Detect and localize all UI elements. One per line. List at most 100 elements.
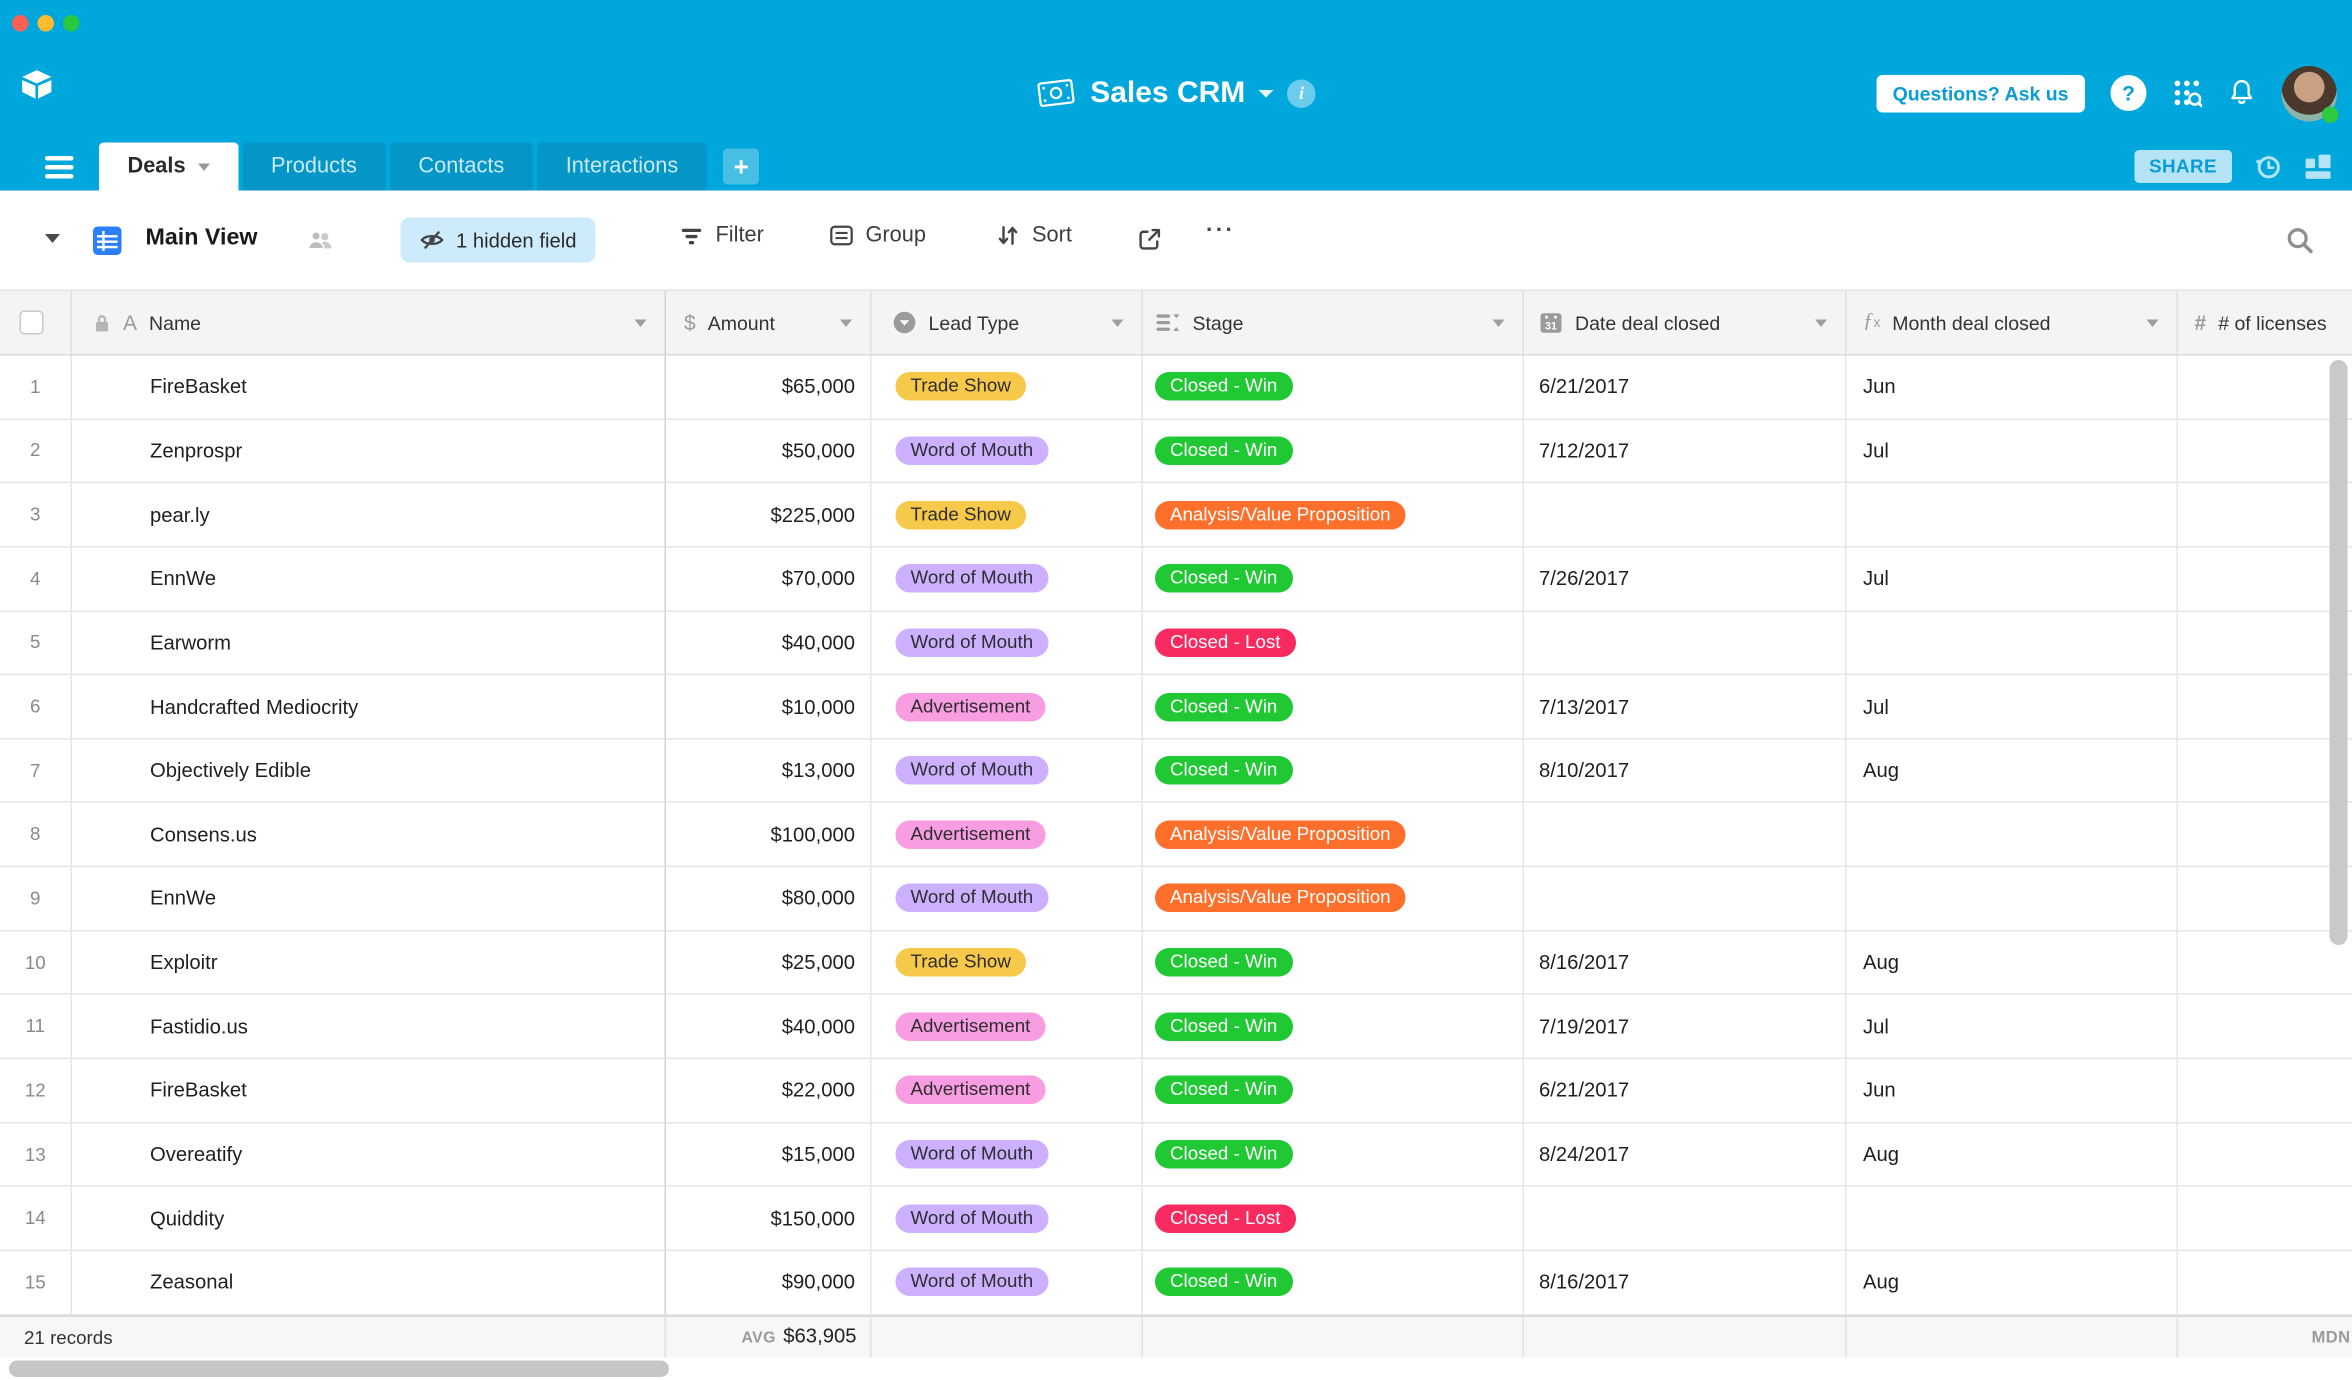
row-number[interactable]: 11 — [0, 995, 72, 1060]
cell-num-licenses[interactable] — [2178, 611, 2352, 676]
cell-month-deal-closed[interactable]: Aug — [1846, 931, 2178, 996]
cell-name[interactable]: Zeasonal — [72, 1250, 666, 1315]
row-number[interactable]: 7 — [0, 739, 72, 804]
cell-name[interactable]: EnnWe — [72, 867, 666, 932]
cell-num-licenses[interactable] — [2178, 995, 2352, 1060]
cell-num-licenses[interactable] — [2178, 1187, 2352, 1251]
cell-stage[interactable]: Closed - Win — [1143, 1250, 1524, 1315]
row-number[interactable]: 4 — [0, 547, 72, 612]
row-number[interactable]: 13 — [0, 1123, 72, 1187]
chevron-down-icon[interactable] — [840, 319, 852, 327]
cell-amount[interactable]: $80,000 — [666, 867, 872, 932]
help-icon[interactable]: ? — [2110, 75, 2147, 111]
cell-month-deal-closed[interactable]: Jun — [1846, 355, 2178, 420]
select-all-checkbox[interactable] — [19, 310, 44, 335]
cell-name[interactable]: Zenprospr — [72, 419, 666, 484]
chevron-down-icon[interactable] — [2146, 319, 2159, 327]
cell-num-licenses[interactable] — [2178, 1251, 2352, 1315]
mdn-label[interactable]: MDN — [2312, 1329, 2351, 1347]
cell-month-deal-closed[interactable]: Jun — [1846, 1059, 2178, 1124]
cell-stage[interactable]: Closed - Win — [1143, 675, 1524, 740]
cell-amount[interactable]: $40,000 — [666, 995, 872, 1060]
cell-stage[interactable]: Closed - Win — [1143, 547, 1524, 612]
cell-stage[interactable]: Closed - Win — [1143, 1059, 1524, 1124]
row-number[interactable]: 1 — [0, 355, 72, 420]
cell-date-deal-closed[interactable]: 6/21/2017 — [1524, 355, 1847, 420]
cell-lead-type[interactable]: Word of Mouth — [871, 739, 1143, 804]
sort-button[interactable]: Sort — [996, 224, 1072, 248]
cell-stage[interactable]: Analysis/Value Proposition — [1143, 483, 1524, 548]
cell-date-deal-closed[interactable]: 6/21/2017 — [1524, 1059, 1847, 1124]
row-number[interactable]: 8 — [0, 803, 72, 868]
row-number[interactable]: 2 — [0, 419, 72, 484]
search-icon[interactable] — [2286, 227, 2315, 256]
cell-amount[interactable]: $13,000 — [666, 739, 872, 804]
cell-num-licenses[interactable] — [2178, 1059, 2352, 1124]
cell-amount[interactable]: $25,000 — [666, 931, 872, 996]
cell-lead-type[interactable]: Advertisement — [871, 1059, 1143, 1124]
cell-month-deal-closed[interactable] — [1846, 483, 2178, 548]
tab-deals[interactable]: Deals — [99, 142, 239, 191]
horizontal-scrollbar-thumb[interactable] — [9, 1360, 669, 1377]
cell-month-deal-closed[interactable] — [1846, 803, 2178, 868]
minimize-window-button[interactable] — [37, 15, 54, 32]
row-number[interactable]: 12 — [0, 1059, 72, 1124]
cell-lead-type[interactable]: Advertisement — [871, 995, 1143, 1060]
cell-num-licenses[interactable] — [2178, 547, 2352, 612]
add-table-button[interactable]: + — [723, 148, 760, 185]
avatar[interactable] — [2281, 65, 2339, 123]
cell-stage[interactable]: Closed - Win — [1143, 419, 1524, 484]
chevron-down-icon[interactable] — [1815, 319, 1827, 327]
row-number[interactable]: 14 — [0, 1186, 72, 1251]
cell-date-deal-closed[interactable] — [1524, 867, 1847, 932]
view-name[interactable]: Main View — [146, 225, 258, 252]
chevron-down-icon[interactable] — [1492, 319, 1505, 327]
view-sidebar-toggle-icon[interactable] — [45, 234, 60, 243]
cell-stage[interactable]: Analysis/Value Proposition — [1143, 867, 1524, 932]
cell-amount[interactable]: $50,000 — [666, 419, 872, 484]
cell-num-licenses[interactable] — [2178, 867, 2352, 932]
cell-lead-type[interactable]: Trade Show — [871, 483, 1143, 548]
blocks-icon[interactable] — [2304, 153, 2333, 180]
cell-lead-type[interactable]: Word of Mouth — [871, 611, 1143, 676]
tab-interactions[interactable]: Interactions — [537, 142, 707, 191]
cell-amount[interactable]: $100,000 — [666, 803, 872, 868]
cell-stage[interactable]: Closed - Win — [1143, 995, 1524, 1060]
cell-date-deal-closed[interactable]: 8/10/2017 — [1524, 739, 1847, 804]
cell-stage[interactable]: Closed - Win — [1143, 1123, 1524, 1187]
share-view-icon[interactable] — [1137, 227, 1163, 253]
hamburger-menu-icon[interactable] — [45, 156, 74, 179]
cell-stage[interactable]: Closed - Win — [1143, 739, 1524, 804]
cell-month-deal-closed[interactable]: Jul — [1846, 547, 2178, 612]
cell-month-deal-closed[interactable]: Jul — [1846, 675, 2178, 740]
cell-num-licenses[interactable] — [2178, 931, 2352, 996]
cell-month-deal-closed[interactable]: Aug — [1846, 739, 2178, 804]
base-info-icon[interactable]: i — [1287, 78, 1316, 108]
hidden-fields-button[interactable]: 1 hidden field — [400, 217, 596, 263]
cell-name[interactable]: FireBasket — [72, 1059, 666, 1124]
airtable-logo-icon[interactable] — [20, 69, 55, 101]
cell-name[interactable]: Handcrafted Mediocrity — [72, 675, 666, 740]
row-number[interactable]: 3 — [0, 483, 72, 548]
close-window-button[interactable] — [12, 15, 29, 32]
column-header-amount[interactable]: $ Amount — [666, 291, 872, 354]
row-number[interactable]: 5 — [0, 611, 72, 676]
cell-stage[interactable]: Closed - Win — [1143, 355, 1524, 420]
column-header-month-deal-closed[interactable]: ƒx Month deal closed — [1847, 291, 2178, 354]
cell-lead-type[interactable]: Advertisement — [871, 675, 1143, 740]
cell-month-deal-closed[interactable]: Jul — [1846, 419, 2178, 484]
cell-num-licenses[interactable] — [2178, 356, 2352, 420]
cell-month-deal-closed[interactable]: Jul — [1846, 995, 2178, 1060]
column-header-lead-type[interactable]: Lead Type — [872, 291, 1143, 354]
more-options-button[interactable]: ··· — [1206, 218, 1235, 244]
apps-grid-search-icon[interactable] — [2172, 78, 2202, 108]
cell-lead-type[interactable]: Advertisement — [871, 803, 1143, 868]
row-number[interactable]: 6 — [0, 675, 72, 740]
cell-lead-type[interactable]: Trade Show — [871, 931, 1143, 996]
base-menu-chevron-down-icon[interactable] — [1258, 89, 1274, 97]
zoom-window-button[interactable] — [63, 15, 80, 32]
bell-icon[interactable] — [2228, 78, 2257, 108]
cell-amount[interactable]: $90,000 — [666, 1250, 872, 1315]
cell-lead-type[interactable]: Word of Mouth — [871, 419, 1143, 484]
chevron-down-icon[interactable] — [634, 319, 647, 327]
